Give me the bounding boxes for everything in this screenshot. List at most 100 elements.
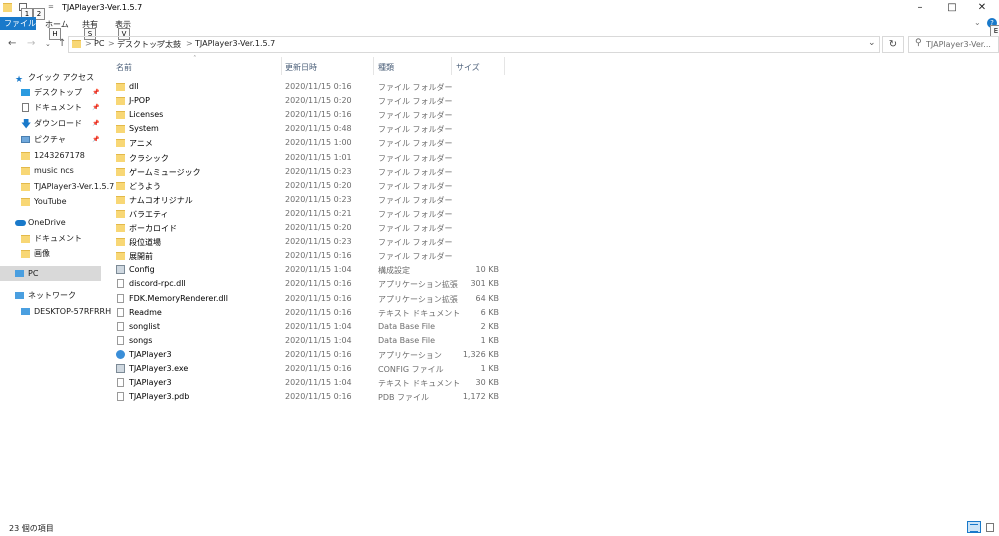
- file-row[interactable]: どうよう 2020/11/15 0:20 ファイル フォルダー: [112, 179, 512, 193]
- refresh-button[interactable]: ↻: [882, 36, 904, 53]
- nav-item-folder[interactable]: TJAPlayer3-Ver.1.5.7: [0, 179, 114, 194]
- recent-dropdown-icon[interactable]: ⌄: [45, 40, 51, 48]
- forward-button[interactable]: →: [27, 38, 35, 49]
- nav-item-folder[interactable]: 1243267178: [0, 148, 101, 163]
- file-icon: [117, 279, 124, 289]
- breadcrumb-taiko[interactable]: 太鼓: [165, 39, 181, 50]
- file-row[interactable]: J-POP 2020/11/15 0:20 ファイル フォルダー: [112, 94, 512, 108]
- close-button[interactable]: ✕: [967, 0, 997, 16]
- breadcrumb-separator: >: [85, 39, 92, 48]
- search-icon: ⚲: [915, 38, 922, 48]
- file-date: 2020/11/15 0:16: [285, 307, 352, 317]
- file-icon: [117, 392, 124, 402]
- up-button[interactable]: ↑: [58, 38, 66, 49]
- file-row[interactable]: TJAPlayer3 2020/11/15 1:04 テキスト ドキュメント 30 K…: [112, 376, 512, 390]
- file-row[interactable]: dll 2020/11/15 0:16 ファイル フォルダー: [112, 80, 512, 94]
- file-row[interactable]: アニメ 2020/11/15 1:00 ファイル フォルダー: [112, 136, 512, 150]
- nav-item-downloads[interactable]: 🡇 ダウンロード 📌: [0, 116, 101, 131]
- column-header-name[interactable]: 名前: [116, 62, 132, 73]
- file-name: ゲームミュージック: [129, 167, 201, 177]
- details-view-button[interactable]: [967, 521, 981, 533]
- qat-dropdown-icon[interactable]: =: [48, 3, 54, 11]
- file-name: songs: [129, 335, 153, 345]
- file-date: 2020/11/15 0:21: [285, 208, 352, 218]
- file-row[interactable]: songlist 2020/11/15 1:04 Data Base File 2 K…: [112, 320, 512, 334]
- breadcrumb-separator: >: [156, 39, 163, 48]
- nav-network[interactable]: ネットワーク: [0, 288, 101, 303]
- file-name: 展開前: [129, 252, 153, 262]
- maximize-button[interactable]: □: [937, 0, 967, 16]
- file-name: System: [129, 124, 159, 134]
- pin-icon[interactable]: 📌: [92, 85, 99, 100]
- nav-item-documents[interactable]: ドキュメント 📌: [0, 100, 101, 115]
- file-row[interactable]: TJAPlayer3.pdb 2020/11/15 0:16 PDB ファイル 1,1…: [112, 390, 512, 404]
- column-divider[interactable]: [504, 57, 505, 75]
- nav-pc[interactable]: PC: [0, 266, 101, 281]
- file-date: 2020/11/15 0:16: [285, 82, 352, 91]
- column-divider[interactable]: [451, 57, 452, 75]
- nav-item-onedrive-pictures[interactable]: 画像: [0, 246, 101, 261]
- file-row[interactable]: ナムコオリジナル 2020/11/15 0:23 ファイル フォルダー: [112, 193, 512, 207]
- nav-item-desktop[interactable]: デスクトップ 📌: [0, 85, 101, 100]
- nav-quick-access[interactable]: ★ クイック アクセス: [0, 70, 101, 85]
- large-icons-view-button[interactable]: [983, 521, 997, 533]
- breadcrumb-separator: >: [108, 39, 115, 48]
- breadcrumb-current-folder[interactable]: TJAPlayer3-Ver.1.5.7: [195, 39, 275, 48]
- pin-icon[interactable]: 📌: [92, 116, 99, 131]
- file-row[interactable]: 展開前 2020/11/15 0:16 ファイル フォルダー: [112, 249, 512, 263]
- file-size: 301 KB: [470, 279, 499, 289]
- file-row[interactable]: Licenses 2020/11/15 0:16 ファイル フォルダー: [112, 108, 512, 122]
- file-row[interactable]: TJAPlayer3.exe 2020/11/15 0:16 CONFIG ファイル…: [112, 362, 512, 376]
- column-header-type[interactable]: 種類: [378, 62, 394, 73]
- file-row[interactable]: TJAPlayer3 2020/11/15 0:16 アプリケーション 1,326 K…: [112, 348, 512, 362]
- nav-item-network-computer[interactable]: DESKTOP-57RFRRH: [0, 304, 111, 319]
- pin-icon[interactable]: 📌: [92, 132, 99, 147]
- file-row[interactable]: System 2020/11/15 0:48 ファイル フォルダー: [112, 122, 512, 136]
- file-name: songlist: [129, 321, 160, 331]
- tiles-icon: [986, 523, 994, 532]
- search-placeholder: TJAPlayer3-Ver...: [926, 40, 991, 49]
- folder-icon: [21, 250, 30, 258]
- file-row[interactable]: ボーカロイド 2020/11/15 0:20 ファイル フォルダー: [112, 221, 512, 235]
- file-name: ボーカロイド: [129, 224, 177, 233]
- column-divider[interactable]: [281, 57, 282, 75]
- file-row[interactable]: クラシック 2020/11/15 1:01 ファイル フォルダー: [112, 151, 512, 165]
- nav-item-onedrive-documents[interactable]: ドキュメント: [0, 231, 101, 246]
- address-dropdown-icon[interactable]: ⌄: [868, 38, 876, 48]
- file-row[interactable]: discord-rpc.dll 2020/11/15 0:16 アプリケーション拡張…: [112, 277, 512, 291]
- file-row[interactable]: Config 2020/11/15 1:04 構成設定 10 KB: [112, 263, 512, 277]
- file-row[interactable]: Readme 2020/11/15 0:16 テキスト ドキュメント 6 KB: [112, 306, 512, 320]
- file-row[interactable]: バラエティ 2020/11/15 0:21 ファイル フォルダー: [112, 207, 512, 221]
- file-date: 2020/11/15 1:04: [285, 335, 352, 345]
- ribbon-expand-icon[interactable]: ⌄: [974, 18, 981, 27]
- file-type: ファイル フォルダー: [378, 252, 453, 262]
- file-icon: [117, 307, 124, 317]
- nav-onedrive[interactable]: OneDrive: [0, 215, 101, 230]
- cloud-icon: [15, 220, 26, 226]
- file-icon: [117, 293, 124, 303]
- file-size: 1 KB: [480, 364, 499, 373]
- nav-item-folder[interactable]: YouTube: [0, 194, 101, 209]
- file-type: ファイル フォルダー: [378, 167, 453, 177]
- column-header-size[interactable]: サイズ: [456, 62, 480, 73]
- sort-arrow-icon: ˆ: [193, 55, 197, 63]
- file-row[interactable]: 段位道場 2020/11/15 0:23 ファイル フォルダー: [112, 235, 512, 249]
- file-date: 2020/11/15 0:16: [285, 349, 352, 359]
- file-type: ファイル フォルダー: [378, 195, 453, 205]
- breadcrumb-pc[interactable]: PC: [94, 39, 104, 48]
- file-row[interactable]: ゲームミュージック 2020/11/15 0:23 ファイル フォルダー: [112, 165, 512, 179]
- nav-item-folder[interactable]: music ncs: [0, 163, 101, 178]
- nav-item-pictures[interactable]: ピクチャ 📌: [0, 132, 101, 147]
- back-button[interactable]: ←: [8, 38, 16, 49]
- minimize-button[interactable]: –: [905, 0, 935, 16]
- file-name: Licenses: [129, 110, 164, 120]
- column-header-date[interactable]: 更新日時: [285, 62, 317, 73]
- file-row[interactable]: FDK.MemoryRenderer.dll 2020/11/15 0:16 アプリ…: [112, 292, 512, 306]
- file-row[interactable]: songs 2020/11/15 1:04 Data Base File 1 KB: [112, 334, 512, 348]
- computer-icon: [15, 270, 24, 277]
- column-divider[interactable]: [373, 57, 374, 75]
- file-type: ファイル フォルダー: [378, 139, 453, 149]
- pin-icon[interactable]: 📌: [92, 100, 99, 115]
- file-date: 2020/11/15 0:20: [285, 223, 352, 232]
- tab-file[interactable]: ファイル: [0, 17, 36, 30]
